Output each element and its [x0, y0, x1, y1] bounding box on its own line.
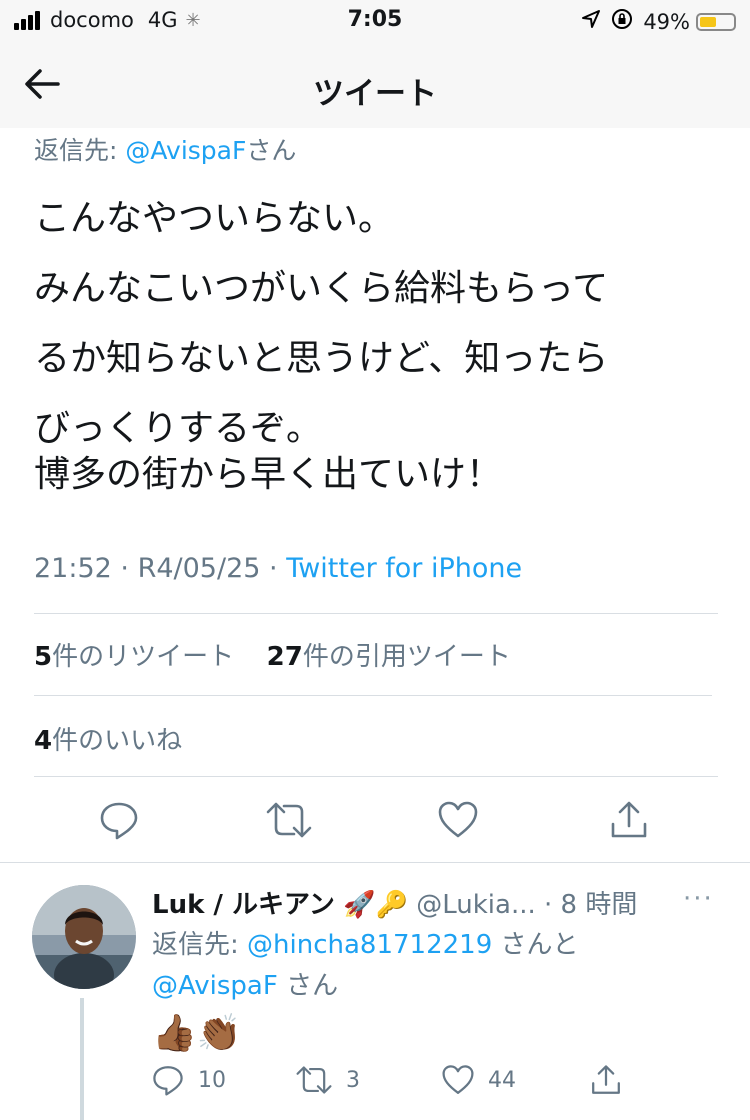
quotes-stat[interactable]: 27件の引用ツイート: [267, 642, 511, 672]
reply-reply-to: 返信先: @hincha81712219 さんと @AvispaF さん: [152, 925, 579, 1007]
like-icon: [438, 801, 478, 838]
share-button[interactable]: [609, 800, 649, 844]
share-icon: [611, 801, 647, 838]
share-icon: [592, 1065, 620, 1094]
battery-percent: 49%: [643, 9, 690, 34]
key-emoji: 🔑: [375, 890, 408, 920]
quotes-count: 27: [266, 642, 303, 672]
reply-to-line: 返信先: @AvispaFさん: [34, 131, 296, 167]
like-button[interactable]: [438, 800, 478, 844]
reply-to-handle-link[interactable]: @AvispaF: [125, 136, 246, 165]
nav-bar: ツイート: [0, 44, 750, 128]
reply-body: 👍🏾👏🏾: [152, 1013, 242, 1054]
like-icon: [442, 1065, 474, 1094]
tweet-source-link[interactable]: Twitter for iPhone: [286, 553, 522, 584]
reply-to-suffix: さん: [286, 971, 339, 1001]
reply-header: Luk / ルキアン 🚀🔑 @Lukia... · 8 時間: [152, 884, 637, 921]
reply-to-handle-link[interactable]: @AvispaF: [152, 971, 278, 1001]
retweets-label: 件のリツイート: [52, 642, 235, 672]
reply-to-join: さんと: [500, 930, 579, 960]
tweet-text: こんなやついらない。 みんなこいつがいくら給料もらって るか知らないと思うけど、…: [34, 184, 724, 464]
reply-to-handle-link[interactable]: @hincha81712219: [247, 930, 492, 960]
reply-button[interactable]: [99, 800, 139, 844]
page-title: ツイート: [313, 76, 437, 112]
more-options-icon[interactable]: ···: [683, 884, 714, 914]
divider: [34, 776, 718, 777]
tweet-text-paragraph: 博多の街から早く出ていけ！: [34, 454, 503, 495]
divider: [34, 695, 712, 696]
avatar[interactable]: [32, 885, 136, 989]
tweet-date: R4/05/25: [137, 553, 261, 584]
reply-retweet-button[interactable]: 3: [296, 1064, 360, 1096]
reply-icon: [153, 1066, 183, 1096]
tweet-text-line: こんなやついらない。: [34, 198, 395, 239]
reply-share-button[interactable]: [590, 1064, 622, 1096]
tweet-time: 21:52: [34, 553, 112, 584]
rotation-lock-icon: [611, 8, 633, 35]
location-icon: [581, 9, 601, 34]
reply-reply-button[interactable]: 10: [152, 1064, 226, 1096]
reply-icon: [100, 802, 138, 840]
reply-to-label: 返信先:: [152, 930, 239, 960]
likes-count: 4: [34, 726, 53, 756]
retweets-count: 5: [34, 642, 53, 672]
thread-line: [80, 998, 84, 1120]
status-bar: docomo 4G ✳ 7:05 49%: [0, 0, 750, 44]
likes-label: 件のいいね: [52, 726, 183, 756]
reply-author-name[interactable]: Luk / ルキアン: [152, 890, 335, 920]
reply-to-suffix: さん: [246, 136, 297, 165]
reply-to-label: 返信先:: [34, 136, 118, 165]
quotes-label: 件の引用ツイート: [302, 642, 511, 672]
reply-like-button[interactable]: 44: [442, 1064, 516, 1096]
like-count: 44: [488, 1067, 516, 1093]
tweet-stats-row: 5件のリツイート 27件の引用ツイート: [34, 636, 511, 673]
tweet-text-line: みんなこいつがいくら給料もらって: [34, 268, 609, 309]
retweets-stat[interactable]: 5件のリツイート: [34, 642, 234, 672]
battery-icon: [696, 12, 736, 31]
status-right: 49%: [581, 8, 736, 35]
likes-stat[interactable]: 4件のいいね: [34, 720, 182, 757]
retweet-button[interactable]: [266, 800, 312, 844]
reply-time: · 8 時間: [544, 890, 638, 920]
tweet-meta: 21:52 · R4/05/25 · Twitter for iPhone: [34, 553, 523, 584]
avatar-photo: [32, 885, 136, 989]
retweet-count: 3: [346, 1067, 360, 1093]
retweet-icon: [296, 1066, 332, 1094]
divider: [34, 613, 718, 614]
reply-count: 10: [198, 1067, 226, 1093]
divider: [0, 862, 750, 863]
rocket-emoji: 🚀: [343, 890, 376, 920]
battery-fill: [700, 16, 716, 27]
retweet-icon: [266, 802, 312, 838]
tweet-text-line: るか知らないと思うけど、知ったら: [34, 338, 609, 379]
reply-author-handle[interactable]: @Lukia...: [416, 890, 536, 920]
